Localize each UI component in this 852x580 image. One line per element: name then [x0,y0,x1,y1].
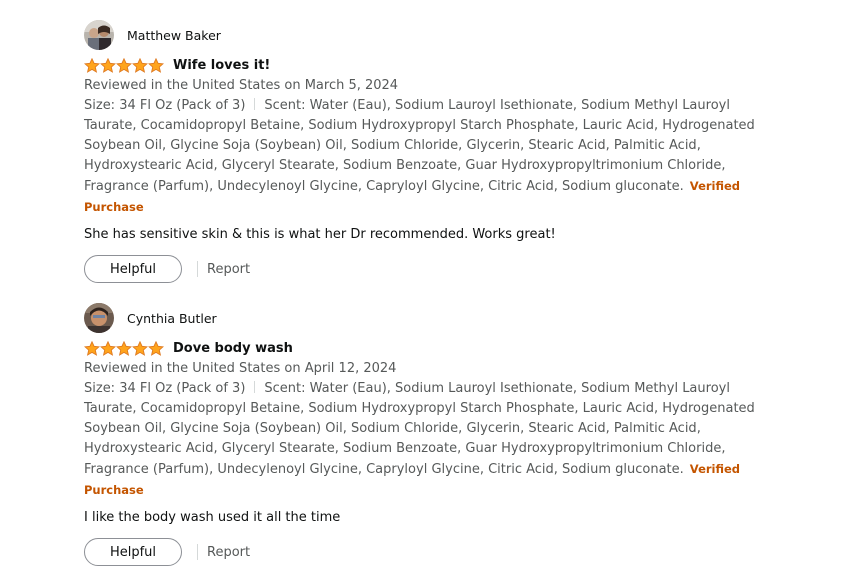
divider [254,98,256,110]
divider [254,381,256,393]
star-icon [116,57,132,73]
report-link[interactable]: Report [207,545,250,560]
product-variant[interactable]: Size: 34 Fl Oz (Pack of 3) Scent: Water (… [84,96,764,218]
review-date: Reviewed in the United States on April 1… [84,361,397,376]
star-icon [148,57,164,73]
star-icon [100,57,116,73]
star-icon [84,340,100,356]
reviewer-name[interactable]: Cynthia Butler [127,311,217,326]
product-variant[interactable]: Size: 34 Fl Oz (Pack of 3) Scent: Water (… [84,379,764,501]
divider [197,544,198,560]
review-date: Reviewed in the United States on March 5… [84,78,399,93]
review-body: I like the body wash used it all the tim… [84,510,341,525]
reviewer-profile[interactable]: Cynthia Butler [84,302,764,334]
helpful-button[interactable]: Helpful [84,255,182,283]
star-icon [132,57,148,73]
review-title[interactable]: Dove body wash [173,341,293,356]
star-icon [148,340,164,356]
star-rating[interactable] [84,340,164,356]
variant-size: Size: 34 Fl Oz (Pack of 3) [84,98,246,113]
reviewer-profile[interactable]: Matthew Baker [84,19,764,51]
star-rating[interactable] [84,57,164,73]
review-card: Matthew Baker Wife loves it! Reviewed in… [84,19,764,283]
review-body: She has sensitive skin & this is what he… [84,227,556,242]
star-icon [100,340,116,356]
star-icon [132,340,148,356]
star-icon [84,57,100,73]
helpful-button[interactable]: Helpful [84,538,182,566]
variant-size: Size: 34 Fl Oz (Pack of 3) [84,381,246,396]
reviewer-name[interactable]: Matthew Baker [127,28,221,43]
star-icon [116,340,132,356]
avatar[interactable] [84,20,114,50]
report-link[interactable]: Report [207,262,250,277]
avatar[interactable] [84,303,114,333]
divider [197,261,198,277]
review-card: Cynthia Butler Dove body wash Reviewed i… [84,302,764,566]
review-title[interactable]: Wife loves it! [173,58,270,73]
